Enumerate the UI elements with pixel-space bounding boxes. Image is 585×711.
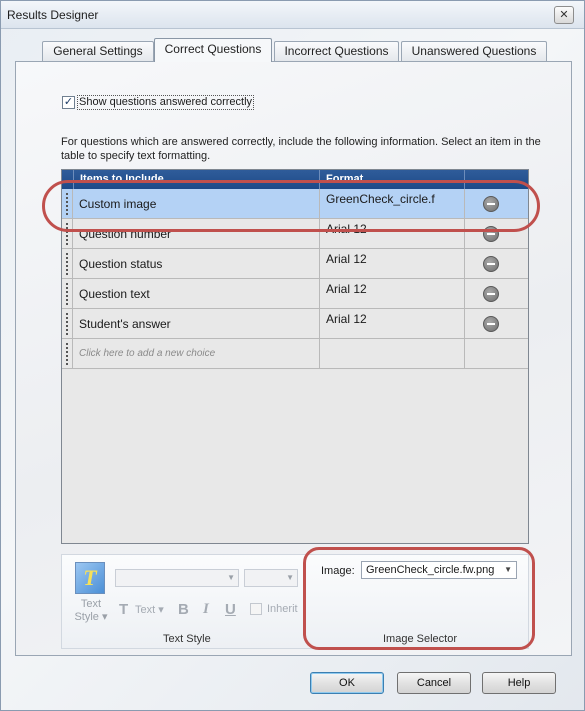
header-items-to-include: Items to Include xyxy=(80,173,164,185)
tab-label: Incorrect Questions xyxy=(284,44,389,58)
table-row[interactable]: Student's answer Arial 12 xyxy=(62,309,528,339)
checkbox-checked-icon: ✓ xyxy=(63,96,74,108)
row-format: Arial 12 xyxy=(326,252,367,266)
font-family-combo[interactable]: ▼ xyxy=(115,569,239,587)
image-select-value: GreenCheck_circle.fw.png xyxy=(366,564,495,576)
drag-grip-icon[interactable] xyxy=(62,279,73,308)
chevron-down-icon: ▼ xyxy=(504,565,512,574)
table-row[interactable]: Question text Arial 12 xyxy=(62,279,528,309)
window-title: Results Designer xyxy=(7,8,99,22)
table-row[interactable]: Question number Arial 12 xyxy=(62,219,528,249)
results-designer-window: Results Designer ✕ General Settings Corr… xyxy=(0,0,585,711)
table-row[interactable]: Custom image GreenCheck_circle.f xyxy=(62,189,528,219)
ok-button-label: OK xyxy=(339,677,355,689)
ok-button[interactable]: OK xyxy=(310,672,384,694)
image-select[interactable]: GreenCheck_circle.fw.png ▼ xyxy=(361,561,517,579)
chevron-down-icon: ▼ xyxy=(227,573,235,582)
items-table: Items to Include Format Custom image Gre… xyxy=(61,169,529,544)
underline-button[interactable]: U xyxy=(225,601,236,618)
text-dropdown-label[interactable]: Text ▾ xyxy=(135,603,164,616)
row-format: Arial 12 xyxy=(326,312,367,326)
remove-circle-icon[interactable] xyxy=(483,196,499,212)
add-choice-row[interactable]: Click here to add a new choice xyxy=(62,339,528,369)
tab-incorrect-questions[interactable]: Incorrect Questions xyxy=(274,41,399,61)
tab-label: Correct Questions xyxy=(164,42,262,56)
title-bar: Results Designer ✕ xyxy=(1,1,584,29)
image-selector-group-label: Image Selector xyxy=(383,633,457,645)
cancel-button[interactable]: Cancel xyxy=(397,672,471,694)
column-divider xyxy=(464,219,465,248)
row-item: Custom image xyxy=(79,197,157,211)
table-empty-area xyxy=(62,370,528,543)
help-button[interactable]: Help xyxy=(482,672,556,694)
remove-circle-icon[interactable] xyxy=(483,286,499,302)
bold-button[interactable]: B xyxy=(178,601,189,618)
row-gutter xyxy=(62,339,73,368)
cancel-button-label: Cancel xyxy=(416,677,452,689)
row-format: Arial 12 xyxy=(326,222,367,236)
tab-correct-questions[interactable]: Correct Questions xyxy=(154,38,272,62)
tab-label: Unanswered Questions xyxy=(411,44,537,58)
drag-grip-icon[interactable] xyxy=(62,189,73,218)
drag-grip-icon[interactable] xyxy=(62,249,73,278)
row-format: Arial 12 xyxy=(326,282,367,296)
close-icon: ✕ xyxy=(559,9,569,21)
table-row[interactable]: Question status Arial 12 xyxy=(62,249,528,279)
column-divider xyxy=(464,249,465,278)
text-style-label[interactable]: Text Style ▾ xyxy=(69,598,113,624)
table-header: Items to Include Format xyxy=(62,170,528,189)
text-style-label-line1: Text xyxy=(80,598,102,610)
tab-unanswered-questions[interactable]: Unanswered Questions xyxy=(401,41,547,61)
text-color-button[interactable]: T xyxy=(119,601,128,618)
header-divider xyxy=(73,170,74,189)
column-divider xyxy=(319,309,320,338)
remove-circle-icon[interactable] xyxy=(483,256,499,272)
description-text: For questions which are answered correct… xyxy=(61,136,541,162)
close-button[interactable]: ✕ xyxy=(554,6,574,24)
italic-button[interactable]: I xyxy=(203,601,209,618)
remove-circle-icon[interactable] xyxy=(483,226,499,242)
drag-grip-icon[interactable] xyxy=(62,309,73,338)
row-item: Question text xyxy=(79,287,150,301)
text-style-icon-letter: T xyxy=(83,565,97,590)
column-divider xyxy=(319,189,320,218)
column-divider xyxy=(464,189,465,218)
remove-circle-icon[interactable] xyxy=(483,316,499,332)
row-item: Question number xyxy=(79,227,172,241)
add-choice-hint[interactable]: Click here to add a new choice xyxy=(79,348,215,359)
header-divider xyxy=(319,170,320,189)
inherit-label: Inherit xyxy=(267,603,298,615)
show-correct-checkbox[interactable]: ✓ xyxy=(62,96,75,109)
help-button-label: Help xyxy=(507,677,531,689)
row-format: GreenCheck_circle.f xyxy=(326,192,435,206)
row-item: Question status xyxy=(79,257,163,271)
column-divider xyxy=(319,279,320,308)
column-divider xyxy=(319,219,320,248)
column-divider xyxy=(319,249,320,278)
column-divider xyxy=(464,309,465,338)
drag-grip-icon[interactable] xyxy=(62,219,73,248)
tab-label: General Settings xyxy=(53,44,143,58)
inherit-checkbox[interactable] xyxy=(250,603,262,615)
row-item: Student's answer xyxy=(79,317,171,331)
show-correct-label[interactable]: Show questions answered correctly xyxy=(77,95,255,110)
text-style-group-label: Text Style xyxy=(163,633,211,645)
header-divider xyxy=(464,170,465,189)
header-format: Format xyxy=(326,173,364,185)
font-size-combo[interactable]: ▼ xyxy=(244,569,298,587)
text-style-icon[interactable]: T xyxy=(75,562,105,594)
tab-general-settings[interactable]: General Settings xyxy=(42,41,154,61)
column-divider xyxy=(464,339,465,368)
column-divider xyxy=(464,279,465,308)
image-label: Image: xyxy=(321,565,355,577)
chevron-down-icon: ▼ xyxy=(286,573,294,582)
text-style-label-line2: Style ▾ xyxy=(74,611,108,623)
column-divider xyxy=(319,339,320,368)
